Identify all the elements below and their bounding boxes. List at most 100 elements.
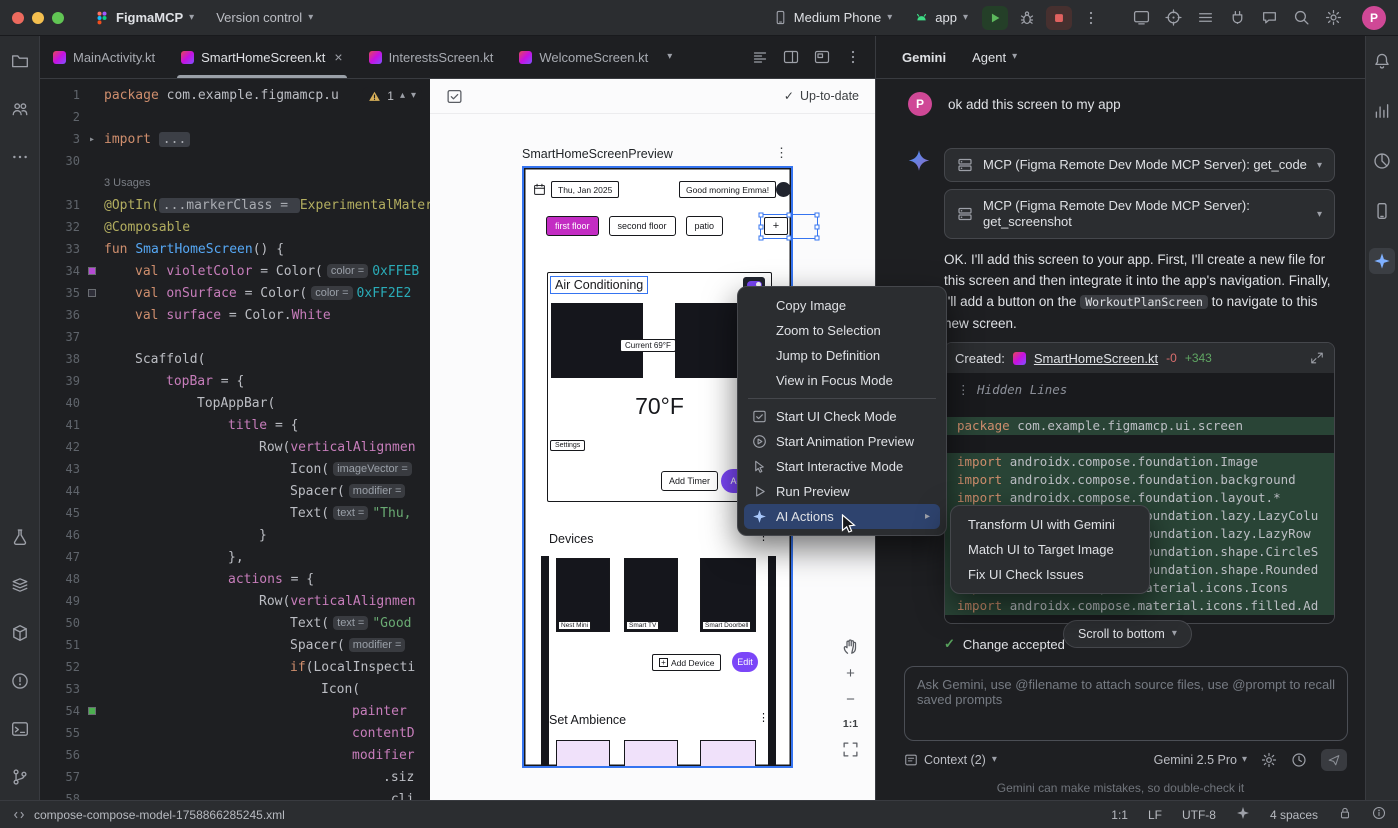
tool-spark-button[interactable] bbox=[1369, 248, 1395, 274]
tool-chart-button[interactable] bbox=[1369, 98, 1395, 124]
submenu-item[interactable]: Fix UI Check Issues bbox=[957, 562, 1143, 587]
menu-item[interactable]: Start Interactive Mode bbox=[744, 454, 940, 479]
zoom-out-button[interactable]: − bbox=[846, 692, 855, 707]
status-spark-item[interactable] bbox=[1236, 806, 1250, 823]
titlebar-monitor-button[interactable] bbox=[1128, 6, 1154, 30]
add-floor-button[interactable]: + bbox=[764, 217, 788, 235]
editor-tab[interactable]: SmartHomeScreen.kt× bbox=[168, 36, 355, 78]
selection-handle[interactable] bbox=[787, 213, 792, 218]
split-view-icon[interactable] bbox=[783, 49, 799, 65]
titlebar-gear-button[interactable] bbox=[1320, 6, 1346, 30]
pan-icon[interactable] bbox=[842, 638, 859, 655]
status-file-name[interactable]: compose-compose-model-1758866285245.xml bbox=[34, 808, 285, 822]
tool-flask-button[interactable] bbox=[7, 524, 33, 550]
context-chip[interactable]: Context (2) ▾ bbox=[904, 753, 997, 767]
menu-item[interactable]: Copy Image bbox=[744, 293, 940, 318]
menu-item[interactable]: Start UI Check Mode bbox=[744, 404, 940, 429]
editor-tab[interactable]: WelcomeScreen.kt bbox=[506, 36, 661, 78]
submenu-item[interactable]: Transform UI with Gemini bbox=[957, 512, 1143, 537]
selection-handle[interactable] bbox=[759, 236, 764, 241]
hidden-lines-row[interactable]: ⋮ Hidden Lines bbox=[945, 381, 1334, 399]
tool-people-button[interactable] bbox=[7, 96, 33, 122]
run-button[interactable] bbox=[982, 6, 1008, 30]
editor-tab[interactable]: InterestsScreen.kt bbox=[356, 36, 507, 78]
ambience-tile[interactable] bbox=[700, 740, 756, 768]
color-swatch[interactable] bbox=[88, 267, 96, 275]
debug-button[interactable] bbox=[1014, 6, 1040, 30]
code-view-icon[interactable] bbox=[752, 49, 768, 65]
tool-pie-button[interactable] bbox=[1369, 148, 1395, 174]
scroll-to-bottom-button[interactable]: Scroll to bottom ▾ bbox=[1063, 620, 1192, 648]
zoom-ratio[interactable]: 1:1 bbox=[843, 718, 858, 730]
next-issue-icon[interactable]: ▾ bbox=[411, 91, 416, 101]
status-info-item[interactable] bbox=[1372, 806, 1386, 823]
add-device-button[interactable]: + Add Device bbox=[652, 654, 721, 671]
model-selector[interactable]: Gemini 2.5 Pro ▾ bbox=[1154, 753, 1247, 767]
floor-tab[interactable]: first floor bbox=[546, 216, 599, 236]
tool-problem-button[interactable] bbox=[7, 668, 33, 694]
selection-handle[interactable] bbox=[759, 224, 764, 229]
tool-dots-button[interactable] bbox=[7, 144, 33, 170]
titlebar-target-button[interactable] bbox=[1160, 6, 1186, 30]
color-swatch[interactable] bbox=[88, 707, 96, 715]
menu-item[interactable]: Zoom to Selection bbox=[744, 318, 940, 343]
close-tab-icon[interactable]: × bbox=[334, 49, 342, 65]
project-widget[interactable]: FigmaMCP ▾ bbox=[86, 6, 202, 30]
code-vision-hint[interactable]: 3 Usages bbox=[40, 172, 430, 194]
design-view-icon[interactable] bbox=[814, 49, 830, 65]
status-item[interactable]: UTF-8 bbox=[1182, 808, 1216, 822]
gemini-settings-icon[interactable] bbox=[1261, 752, 1277, 768]
ambience-tile[interactable] bbox=[624, 740, 678, 768]
code-editor[interactable]: 1 ▴ ▾ 1package com.example.figmamcp.u23▸… bbox=[40, 79, 430, 800]
selection-handle[interactable] bbox=[759, 213, 764, 218]
status-item[interactable]: 4 spaces bbox=[1270, 808, 1318, 822]
add-timer-button[interactable]: Add Timer bbox=[661, 471, 718, 491]
editor-tab[interactable]: MainActivity.kt bbox=[40, 36, 168, 78]
tool-terminal-button[interactable] bbox=[7, 716, 33, 742]
hidden-tabs-dropdown[interactable]: ▾ bbox=[661, 36, 678, 78]
status-item[interactable]: LF bbox=[1148, 808, 1162, 822]
tool-cube-button[interactable] bbox=[7, 620, 33, 646]
tool-branch-button[interactable] bbox=[7, 764, 33, 790]
status-item[interactable]: 1:1 bbox=[1111, 808, 1128, 822]
send-button[interactable] bbox=[1321, 749, 1347, 771]
zoom-to-fit-icon[interactable] bbox=[842, 741, 859, 758]
selection-box[interactable]: + bbox=[760, 214, 818, 239]
history-icon[interactable] bbox=[1291, 752, 1307, 768]
device-selector[interactable]: Medium Phone ▾ bbox=[765, 6, 900, 29]
titlebar-search-button[interactable] bbox=[1288, 6, 1314, 30]
editor-options-icon[interactable] bbox=[845, 49, 861, 65]
preview-title[interactable]: SmartHomeScreenPreview bbox=[522, 147, 673, 161]
titlebar-chat-button[interactable] bbox=[1256, 6, 1282, 30]
floor-tab[interactable]: second floor bbox=[609, 216, 676, 236]
titlebar-menulines-button[interactable] bbox=[1192, 6, 1218, 30]
preview-mode-icon[interactable] bbox=[446, 88, 463, 105]
vcs-widget[interactable]: Version control ▾ bbox=[208, 6, 321, 29]
selection-handle[interactable] bbox=[815, 224, 820, 229]
selection-handle[interactable] bbox=[787, 236, 792, 241]
stop-button[interactable] bbox=[1046, 6, 1072, 30]
tool-layers-button[interactable] bbox=[7, 572, 33, 598]
menu-item[interactable]: Jump to Definition bbox=[744, 343, 940, 368]
submenu-item[interactable]: Match UI to Target Image bbox=[957, 537, 1143, 562]
more-run-actions-button[interactable] bbox=[1078, 6, 1104, 30]
tool-call-card[interactable]: MCP (Figma Remote Dev Mode MCP Server): … bbox=[944, 189, 1335, 239]
tool-folder-button[interactable] bbox=[7, 48, 33, 74]
ambience-menu-icon[interactable]: ⋮ bbox=[758, 711, 769, 724]
status-lock-item[interactable] bbox=[1338, 806, 1352, 823]
tool-bell-button[interactable] bbox=[1369, 48, 1395, 74]
gemini-prompt-input[interactable] bbox=[904, 666, 1348, 741]
tool-device-button[interactable] bbox=[1369, 198, 1395, 224]
ambience-tile[interactable] bbox=[556, 740, 610, 768]
inspections-widget[interactable]: 1 ▴ ▾ bbox=[362, 87, 422, 105]
color-swatch[interactable] bbox=[88, 289, 96, 297]
agent-mode-dropdown[interactable]: Agent ▾ bbox=[972, 50, 1017, 65]
run-config-selector[interactable]: app ▾ bbox=[906, 6, 976, 29]
edit-button[interactable]: Edit bbox=[732, 652, 758, 672]
titlebar-plugins-button[interactable] bbox=[1224, 6, 1250, 30]
expand-icon[interactable] bbox=[1310, 351, 1324, 365]
device-tile[interactable]: Smart Doorbell bbox=[700, 558, 756, 632]
device-tile[interactable]: Nest Mini bbox=[556, 558, 610, 632]
minimize-window-button[interactable] bbox=[32, 12, 44, 24]
selection-handle[interactable] bbox=[815, 236, 820, 241]
